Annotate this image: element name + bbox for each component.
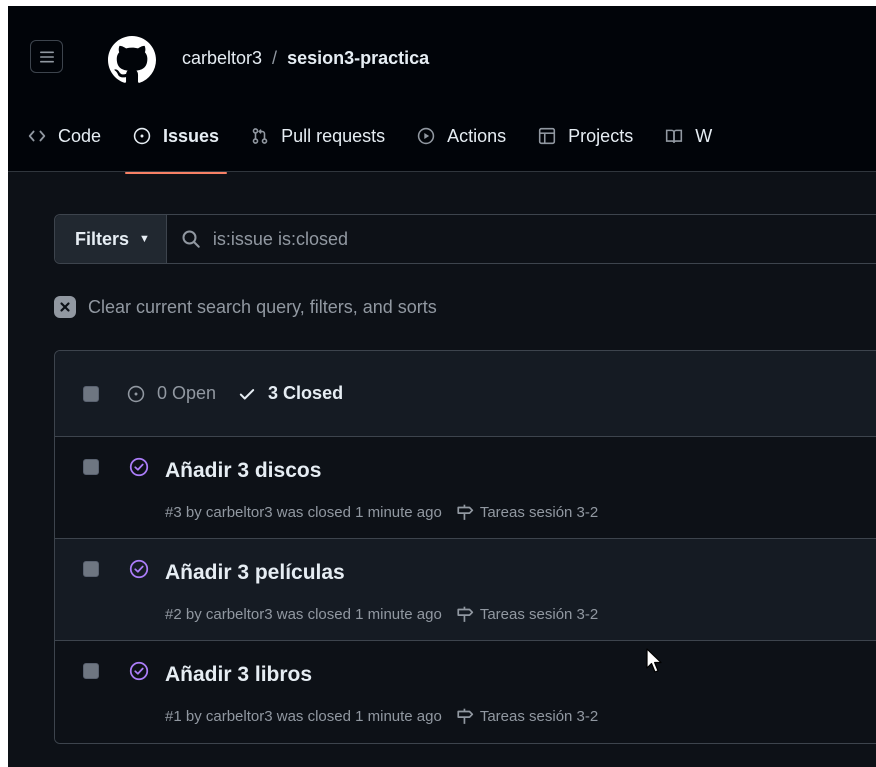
github-window: carbeltor3 / sesion3-practica Code Issue… xyxy=(8,6,876,767)
check-icon xyxy=(239,388,255,400)
breadcrumb-separator: / xyxy=(272,48,278,68)
closed-count: 3 Closed xyxy=(268,383,344,403)
issue-title-link[interactable]: Añadir 3 discos xyxy=(165,459,321,483)
filters-label: Filters xyxy=(75,228,130,249)
tab-pull-requests[interactable]: Pull requests xyxy=(235,116,401,156)
issue-row[interactable]: Añadir 3 libros #1 by carbeltor3 was clo… xyxy=(55,641,876,743)
tab-actions[interactable]: Actions xyxy=(401,116,522,156)
triangle-down-icon: ▼ xyxy=(139,233,150,245)
milestone-icon xyxy=(457,606,473,622)
tab-projects-label: Projects xyxy=(568,125,634,146)
repo-name-link[interactable]: sesion3-practica xyxy=(287,48,429,69)
open-count: 0 Open xyxy=(157,383,217,403)
issue-checkbox[interactable] xyxy=(83,459,99,475)
filters-dropdown[interactable]: Filters ▼ xyxy=(55,215,167,263)
git-pull-request-icon xyxy=(252,128,268,144)
issue-meta: #2 by carbeltor3 was closed 1 minute ago… xyxy=(165,605,598,623)
milestone-link[interactable]: Tareas sesión 3-2 xyxy=(480,606,598,623)
issue-opened-icon xyxy=(127,385,145,402)
tab-wiki[interactable]: W xyxy=(649,116,728,156)
issue-closed-icon xyxy=(129,457,149,477)
clear-filters-label: Clear current search query, filters, and… xyxy=(88,296,437,317)
issue-meta: #1 by carbeltor3 was closed 1 minute ago… xyxy=(165,707,598,725)
repo-nav: Code Issues Pull requests Actions Projec… xyxy=(8,116,728,174)
issue-filter-bar: Filters ▼ xyxy=(54,214,876,264)
issue-title-link[interactable]: Añadir 3 libros xyxy=(165,663,312,687)
tab-code[interactable]: Code xyxy=(8,116,117,156)
search-icon xyxy=(182,230,200,248)
clear-button[interactable] xyxy=(54,296,76,318)
issue-closed-icon xyxy=(129,661,149,681)
book-icon xyxy=(666,129,683,143)
breadcrumb: carbeltor3 / sesion3-practica xyxy=(182,48,429,69)
issues-list: 0 Open 3 Closed Añadir 3 discos #3 by ca… xyxy=(54,350,876,744)
issue-row[interactable]: Añadir 3 discos #3 by carbeltor3 was clo… xyxy=(55,437,876,539)
code-icon xyxy=(28,130,46,142)
issue-checkbox[interactable] xyxy=(83,663,99,679)
close-icon xyxy=(60,302,70,312)
milestone-icon xyxy=(457,504,473,520)
milestone-link[interactable]: Tareas sesión 3-2 xyxy=(480,708,598,725)
issues-list-header: 0 Open 3 Closed xyxy=(55,351,876,437)
mouse-pointer-icon xyxy=(646,648,662,673)
repo-owner-link[interactable]: carbeltor3 xyxy=(182,48,262,69)
closed-issues-filter[interactable]: 3 Closed xyxy=(238,383,343,404)
tab-pull-requests-label: Pull requests xyxy=(281,125,386,146)
issue-meta-text: #3 by carbeltor3 was closed 1 minute ago xyxy=(165,503,442,521)
tab-issues[interactable]: Issues xyxy=(117,116,235,174)
github-logo-icon[interactable] xyxy=(108,36,156,84)
issue-meta-text: #1 by carbeltor3 was closed 1 minute ago xyxy=(165,707,442,725)
issue-title-link[interactable]: Añadir 3 películas xyxy=(165,561,345,585)
milestone-link[interactable]: Tareas sesión 3-2 xyxy=(480,504,598,521)
issue-meta: #3 by carbeltor3 was closed 1 minute ago… xyxy=(165,503,598,521)
issue-closed-icon xyxy=(129,559,149,579)
issue-meta-text: #2 by carbeltor3 was closed 1 minute ago xyxy=(165,605,442,623)
milestone-icon xyxy=(457,708,473,724)
menu-button[interactable] xyxy=(30,40,63,73)
issue-checkbox[interactable] xyxy=(83,561,99,577)
hamburger-icon xyxy=(39,51,54,62)
play-icon xyxy=(417,127,435,145)
tab-issues-label: Issues xyxy=(163,125,220,146)
table-icon xyxy=(539,127,556,145)
select-all-checkbox[interactable] xyxy=(83,385,99,402)
issue-row[interactable]: Añadir 3 películas #2 by carbeltor3 was … xyxy=(55,539,876,641)
clear-filters-link[interactable]: Clear current search query, filters, and… xyxy=(54,296,437,318)
repo-header: carbeltor3 / sesion3-practica Code Issue… xyxy=(8,6,876,174)
tab-wiki-label: W xyxy=(695,125,713,146)
open-issues-filter[interactable]: 0 Open xyxy=(127,383,216,404)
issue-opened-icon xyxy=(133,127,151,145)
tab-code-label: Code xyxy=(58,125,102,146)
tab-projects[interactable]: Projects xyxy=(522,116,649,156)
search-input[interactable] xyxy=(212,228,813,250)
tab-actions-label: Actions xyxy=(447,125,507,146)
